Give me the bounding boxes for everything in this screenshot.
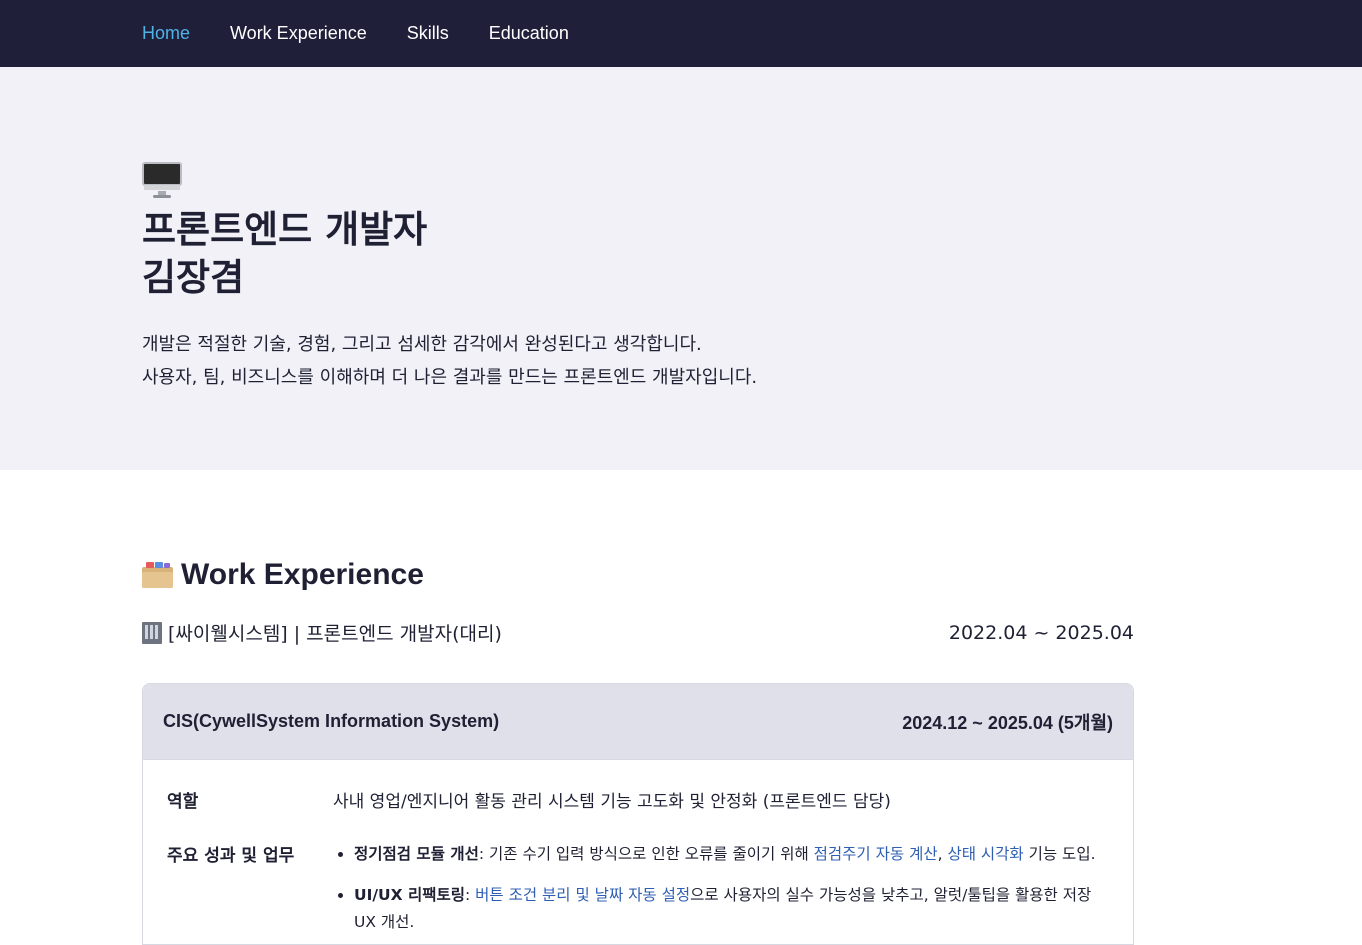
achievements-list-wrap: 정기점검 모듈 개선: 기존 수기 입력 방식으로 인한 오류를 줄이기 위해 … — [333, 841, 1109, 944]
card-file-box-icon — [142, 562, 173, 588]
achievements-list: 정기점검 모듈 개선: 기존 수기 입력 방식으로 인한 오류를 줄이기 위해 … — [333, 841, 1109, 936]
office-building-icon — [142, 621, 162, 644]
nav-menu: Home Work Experience Skills Education — [142, 0, 569, 70]
achievement-text: : — [465, 886, 476, 904]
achievement-title: 정기점검 모듈 개선 — [354, 845, 479, 863]
nav-item-work-experience[interactable]: Work Experience — [230, 0, 367, 67]
top-navigation: Home Work Experience Skills Education — [0, 0, 1362, 70]
company-row: [싸이웰시스템] | 프론트엔드 개발자(대리) 2022.04 ~ 2025.… — [142, 619, 1134, 646]
list-item: 정기점검 모듈 개선: 기존 수기 입력 방식으로 인한 오류를 줄이기 위해 … — [354, 841, 1109, 868]
hero-description: 개발은 적절한 기술, 경험, 그리고 섬세한 감각에서 완성된다고 생각합니다… — [142, 328, 757, 394]
nav-item-education[interactable]: Education — [489, 0, 569, 67]
company-period: 2022.04 ~ 2025.04 — [948, 621, 1134, 644]
role-value: 사내 영업/엔지니어 활동 관리 시스템 기능 고도화 및 안정화 (프론트엔드… — [333, 792, 891, 812]
role-row: 역할 사내 영업/엔지니어 활동 관리 시스템 기능 고도화 및 안정화 (프론… — [143, 787, 1133, 812]
project-name: CIS(CywellSystem Information System) — [163, 711, 500, 731]
company-info: [싸이웰시스템] | 프론트엔드 개발자(대리) — [142, 619, 502, 646]
project-period: 2024.12 ~ 2025.04 (5개월) — [902, 712, 1113, 733]
hero-content: 프론트엔드 개발자 김장겸 개발은 적절한 기술, 경험, 그리고 섬세한 감각… — [142, 162, 757, 394]
project-card: CIS(CywellSystem Information System) 202… — [142, 683, 1134, 945]
achievement-highlight: 점검주기 자동 계산 — [813, 845, 938, 863]
hero-title-name: 김장겸 — [142, 256, 245, 299]
achievement-separator: , — [937, 845, 948, 863]
nav-item-home[interactable]: Home — [142, 0, 191, 70]
achievements-row: 주요 성과 및 업무 정기점검 모듈 개선: 기존 수기 입력 방식으로 인한 … — [143, 841, 1133, 944]
company-name: [싸이웰시스템] | 프론트엔드 개발자(대리) — [168, 623, 502, 645]
hero-title-role: 프론트엔드 개발자 — [142, 208, 428, 251]
hero-title: 프론트엔드 개발자 김장겸 — [142, 206, 757, 302]
work-experience-heading: Work Experience — [142, 558, 424, 592]
hero-desc-line1: 개발은 적절한 기술, 경험, 그리고 섬세한 감각에서 완성된다고 생각합니다… — [142, 334, 702, 355]
section-title: Work Experience — [181, 558, 424, 591]
achievements-label: 주요 성과 및 업무 — [167, 846, 295, 866]
achievement-title: UI/UX 리팩토링 — [354, 886, 465, 904]
hero-section: 프론트엔드 개발자 김장겸 개발은 적절한 기술, 경험, 그리고 섬세한 감각… — [0, 67, 1362, 470]
role-label: 역할 — [167, 792, 199, 812]
hero-desc-line2: 사용자, 팀, 비즈니스를 이해하며 더 나은 결과를 만드는 프론트엔드 개발… — [142, 367, 758, 388]
achievement-text: 기능 도입. — [1023, 845, 1096, 863]
achievement-text: : 기존 수기 입력 방식으로 인한 오류를 줄이기 위해 — [478, 845, 814, 863]
nav-item-skills[interactable]: Skills — [407, 0, 449, 67]
project-card-header: CIS(CywellSystem Information System) 202… — [143, 684, 1133, 760]
list-item: UI/UX 리팩토링: 버튼 조건 분리 및 날짜 자동 설정으로 사용자의 실… — [354, 882, 1109, 936]
achievement-highlight: 상태 시각화 — [947, 845, 1024, 863]
desktop-computer-icon — [142, 162, 182, 198]
achievement-highlight: 버튼 조건 분리 및 날짜 자동 설정 — [475, 886, 691, 904]
